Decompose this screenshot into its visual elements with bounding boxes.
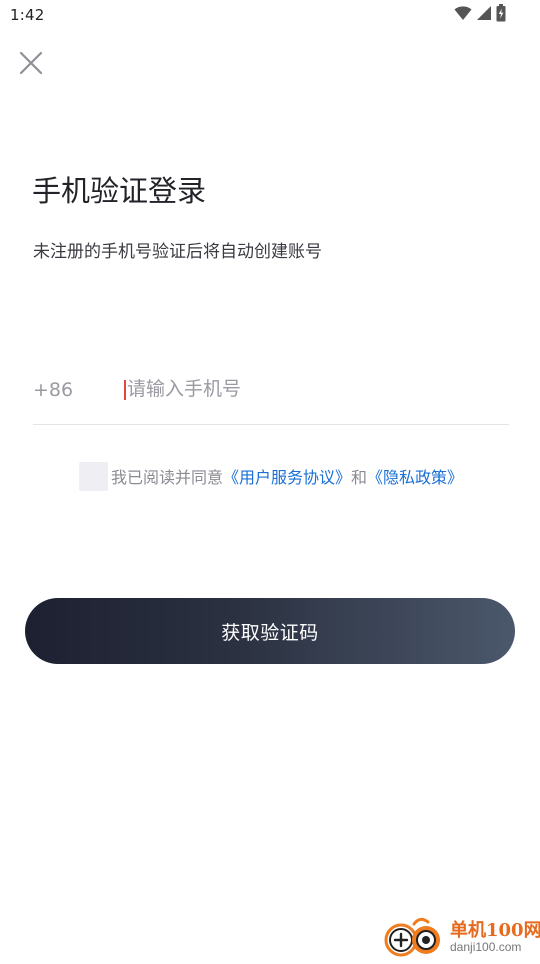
agreement-row: 我已阅读并同意 《用户服务协议》 和 《隐私政策》	[79, 461, 463, 491]
signal-icon	[476, 5, 492, 25]
watermark-logo-icon	[384, 914, 446, 960]
phone-input-row: +86	[33, 362, 509, 425]
privacy-link[interactable]: 《隐私政策》	[367, 464, 463, 488]
phone-input[interactable]	[123, 372, 497, 406]
close-button[interactable]	[14, 48, 48, 82]
get-code-button[interactable]: 获取验证码	[25, 598, 515, 664]
watermark-domain: danji100.com	[450, 940, 522, 954]
country-code[interactable]: +86	[33, 379, 73, 401]
agreement-checkbox[interactable]	[79, 461, 108, 491]
agreement-prefix: 我已阅读并同意	[111, 468, 224, 487]
page-title: 手机验证登录	[32, 174, 207, 208]
wifi-icon	[454, 5, 472, 25]
battery-charging-icon	[496, 4, 506, 26]
text-caret	[124, 380, 126, 400]
status-icons	[454, 4, 506, 26]
close-icon	[19, 51, 43, 79]
terms-link[interactable]: 《用户服务协议》	[223, 464, 351, 488]
agreement-conjunction: 和	[351, 468, 368, 487]
watermark: 单机100网 danji100.com	[384, 914, 540, 960]
status-time: 1:42	[10, 6, 45, 24]
watermark-brand: 单机100网	[450, 920, 540, 941]
page-subtitle: 未注册的手机号验证后将自动创建账号	[33, 242, 322, 262]
status-bar: 1:42	[0, 0, 540, 32]
